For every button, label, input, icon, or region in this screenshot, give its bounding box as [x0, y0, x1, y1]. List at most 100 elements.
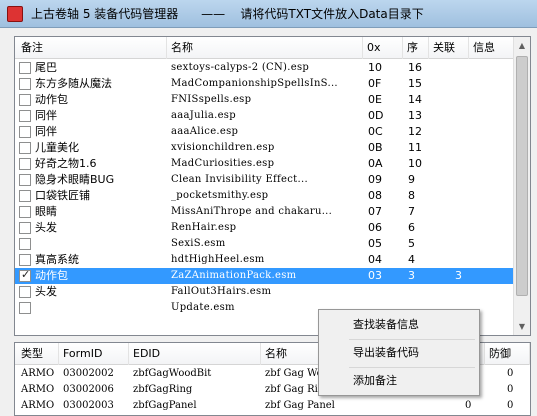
note-cell: 头发: [35, 285, 57, 298]
row-checkbox[interactable]: [19, 302, 31, 314]
info-cell: [473, 204, 513, 220]
column-hex[interactable]: 0x: [363, 37, 403, 59]
mod-row[interactable]: 好奇之物1.6 MadCuriosities.esp 0A 10: [15, 156, 515, 172]
column-note[interactable]: 备注: [15, 37, 167, 59]
name-cell: FNISspells.esp: [171, 94, 252, 105]
item-row[interactable]: ARMO 03002003 zbfGagPanel zbf Gag Panel 0 0: [15, 398, 515, 414]
name-cell: hdtHighHeel.esm: [171, 254, 265, 265]
mod-row[interactable]: 口袋铁匠铺 _pocketsmithy.esp 08 8: [15, 188, 515, 204]
info-cell: [473, 92, 513, 108]
column-order[interactable]: 序: [403, 37, 429, 59]
name-cell: SexiS.esm: [171, 238, 226, 249]
row-checkbox[interactable]: [19, 206, 31, 218]
type-cell: ARMO: [21, 368, 55, 379]
row-checkbox[interactable]: [19, 268, 31, 282]
note-cell: 儿童美化: [35, 141, 79, 154]
order-cell: 9: [408, 173, 415, 186]
link-cell: [455, 156, 469, 172]
link-cell: [455, 124, 469, 140]
client-area: 备注 名称 0x 序 关联 信息 尾巴 sextoys-calyps-2 (CN)…: [0, 28, 537, 416]
mod-row[interactable]: 头发 FallOut3Hairs.esm: [15, 284, 515, 300]
mod-row[interactable]: 真高系统 hdtHighHeel.esm 04 4: [15, 252, 515, 268]
name-cell: FallOut3Hairs.esm: [171, 286, 272, 297]
note-cell: [35, 300, 165, 316]
mod-row[interactable]: 隐身术眼睛BUG Clean Invisibility Effect... 09 9: [15, 172, 515, 188]
order-cell: 15: [408, 77, 422, 90]
row-checkbox[interactable]: [19, 174, 31, 186]
row-checkbox[interactable]: [19, 254, 31, 266]
order-cell: 8: [408, 189, 415, 202]
link-cell: [455, 188, 469, 204]
mod-row[interactable]: 同伴 aaaJulia.esp 0D 13: [15, 108, 515, 124]
menu-item-find-info[interactable]: 查找装备信息: [321, 313, 477, 337]
order-cell: 16: [408, 61, 422, 74]
menu-item-export-code[interactable]: 导出装备代码: [321, 341, 477, 365]
note-cell: 尾巴: [35, 61, 57, 74]
order-cell: 7: [408, 205, 415, 218]
scroll-up-icon[interactable]: ▲: [514, 37, 530, 54]
item-name-cell: zbf Gag Panel: [265, 400, 335, 411]
link-cell: [455, 76, 469, 92]
note-cell: 隐身术眼睛BUG: [35, 173, 115, 186]
note-cell: 眼睛: [35, 205, 57, 218]
mod-row[interactable]: 同伴 aaaAlice.esp 0C 12: [15, 124, 515, 140]
mod-row[interactable]: 动作包 ZaZAnimationPack.esm 03 3 3: [15, 268, 515, 284]
row-checkbox[interactable]: [19, 142, 31, 154]
column-link[interactable]: 关联: [429, 37, 469, 59]
mod-row[interactable]: 东方多随从魔法 MadCompanionshipSpellsInS... 0F 15: [15, 76, 515, 92]
name-cell: MadCuriosities.esp: [171, 158, 275, 169]
row-checkbox[interactable]: [19, 238, 31, 250]
mod-list-scrollbar[interactable]: ▲ ▼: [513, 37, 530, 335]
name-cell: aaaJulia.esp: [171, 110, 236, 121]
row-checkbox[interactable]: [19, 94, 31, 106]
edid-cell: zbfGagRing: [133, 384, 193, 395]
title-bar[interactable]: 上古卷轴 5 装备代码管理器 —— 请将代码TXT文件放入Data目录下: [0, 0, 537, 28]
link-cell: 3: [455, 269, 462, 282]
mod-list[interactable]: 备注 名称 0x 序 关联 信息 尾巴 sextoys-calyps-2 (CN)…: [14, 36, 531, 336]
note-cell: 东方多随从魔法: [35, 77, 112, 90]
row-checkbox[interactable]: [19, 78, 31, 90]
row-checkbox[interactable]: [19, 110, 31, 122]
info-cell: [473, 76, 513, 92]
row-checkbox[interactable]: [19, 158, 31, 170]
note-cell: [35, 236, 165, 252]
order-cell: 6: [408, 221, 415, 234]
row-checkbox[interactable]: [19, 222, 31, 234]
hex-cell: [368, 284, 398, 300]
scroll-thumb[interactable]: [516, 56, 528, 296]
row-checkbox[interactable]: [19, 126, 31, 138]
column-info[interactable]: 信息: [469, 37, 515, 59]
row-checkbox[interactable]: [19, 190, 31, 202]
mod-row[interactable]: 动作包 FNISspells.esp 0E 14: [15, 92, 515, 108]
note-cell: 口袋铁匠铺: [35, 189, 90, 202]
column-name[interactable]: 名称: [167, 37, 363, 59]
scroll-down-icon[interactable]: ▼: [514, 318, 530, 335]
column-edid[interactable]: EDID: [129, 343, 261, 365]
menu-item-add-note[interactable]: 添加备注: [321, 369, 477, 393]
row-checkbox[interactable]: [19, 286, 31, 298]
info-cell: [473, 60, 513, 76]
mod-row[interactable]: 头发 RenHair.esp 06 6: [15, 220, 515, 236]
name-cell: sextoys-calyps-2 (CN).esp: [171, 62, 310, 73]
order-cell: 14: [408, 93, 422, 106]
context-menu[interactable]: 查找装备信息 导出装备代码 添加备注: [318, 309, 480, 396]
link-cell: [455, 108, 469, 124]
info-cell: [473, 156, 513, 172]
column-formid[interactable]: FormID: [59, 343, 129, 365]
link-cell: [455, 284, 469, 300]
column-defense[interactable]: 防御: [485, 343, 530, 365]
name-cell: MadCompanionshipSpellsInS...: [171, 78, 338, 89]
defense-cell: 0: [507, 400, 514, 411]
mod-row[interactable]: 眼睛 MissAniThrope and chakaru... 07 7: [15, 204, 515, 220]
info-cell: [473, 108, 513, 124]
defense-cell: 0: [507, 368, 514, 379]
mod-row[interactable]: 尾巴 sextoys-calyps-2 (CN).esp 10 16: [15, 60, 515, 76]
link-cell: [455, 92, 469, 108]
hex-cell: 10: [368, 61, 382, 74]
order-cell: [408, 284, 428, 300]
mod-row[interactable]: SexiS.esm 05 5: [15, 236, 515, 252]
row-checkbox[interactable]: [19, 62, 31, 74]
mod-row[interactable]: 儿童美化 xvisionchildren.esp 0B 11: [15, 140, 515, 156]
column-type[interactable]: 类型: [15, 343, 59, 365]
app-icon: [7, 5, 23, 22]
